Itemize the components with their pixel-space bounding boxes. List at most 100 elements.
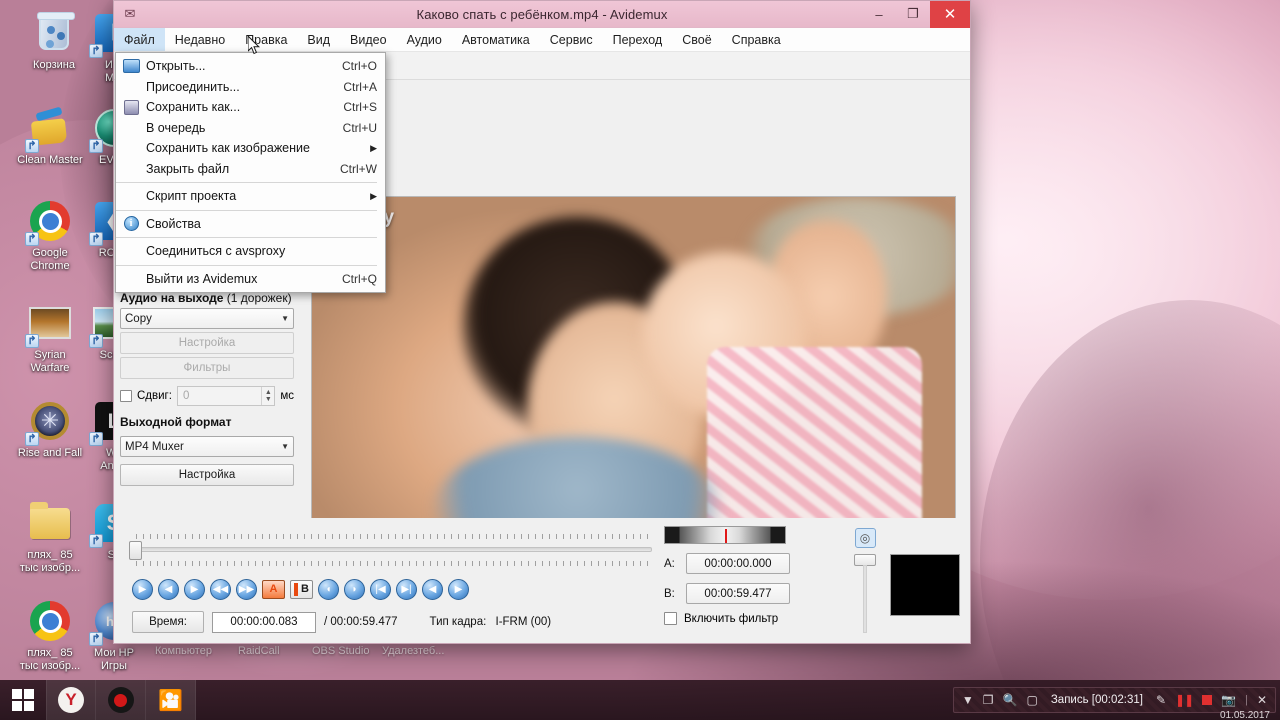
mark-a-button[interactable]: A bbox=[262, 580, 285, 599]
camera-icon[interactable]: 📷 bbox=[1221, 693, 1236, 707]
enable-filter-checkbox[interactable] bbox=[664, 612, 677, 625]
file-menu-item-shortcut: Ctrl+W bbox=[340, 161, 377, 176]
playback-controls-area: ▶ ◀ ▶ ◀◀ ▶▶ A B ◖ ◗ |◀ ▶| ◀ ▶ Время: 00:00:00.083 / … bbox=[114, 518, 970, 643]
spinner-arrows-icon[interactable]: ▲ ▼ bbox=[261, 387, 274, 405]
file-menu-item-3[interactable]: В очередь Ctrl+U bbox=[116, 118, 385, 139]
shortcut-overlay-icon bbox=[25, 334, 39, 348]
pause-recording-button[interactable]: ❚❚ bbox=[1175, 693, 1194, 707]
rewind-button[interactable]: ◀◀ bbox=[210, 579, 231, 600]
menu-2[interactable]: Правка bbox=[235, 28, 297, 51]
marker-b-label: B: bbox=[664, 587, 675, 600]
taskbar-clock[interactable]: 01.05.2017 bbox=[1220, 710, 1270, 720]
audio-level-needle bbox=[725, 529, 727, 543]
desktop-icon-art bbox=[27, 598, 73, 644]
mark-b-button[interactable]: B bbox=[290, 580, 313, 599]
window-select-icon[interactable]: ❐ bbox=[983, 693, 994, 707]
file-menu-item-4[interactable]: Сохранить как изображение ▶ bbox=[116, 138, 385, 159]
menu-1[interactable]: Недавно bbox=[165, 28, 235, 51]
chrome-icon bbox=[30, 601, 70, 641]
next-frame-button[interactable]: ▶ bbox=[184, 579, 205, 600]
file-menu-item-2[interactable]: Сохранить как... Ctrl+S bbox=[116, 97, 385, 118]
file-menu-item-7[interactable]: Скрипт проекта ▶ bbox=[116, 186, 385, 207]
search-icon[interactable]: 🔍 bbox=[1003, 693, 1018, 707]
file-menu-item-1[interactable]: Присоединить... Ctrl+A bbox=[116, 77, 385, 98]
audio-filters-button[interactable]: Фильтры bbox=[120, 357, 294, 379]
playback-left-column: ▶ ◀ ▶ ◀◀ ▶▶ A B ◖ ◗ |◀ ▶| ◀ ▶ Время: 00:00:00.083 / … bbox=[124, 526, 654, 633]
volume-slider-track[interactable] bbox=[863, 565, 867, 633]
total-duration-label: / 00:00:59.477 bbox=[324, 616, 398, 628]
menu-4[interactable]: Видео bbox=[340, 28, 397, 51]
file-menu-item-5[interactable]: Закрыть файл Ctrl+W bbox=[116, 159, 385, 180]
separator: | bbox=[1245, 694, 1248, 706]
file-menu-dropdown: Открыть... Ctrl+O Присоединить... Ctrl+A Сох… bbox=[115, 52, 386, 293]
muxer-select[interactable]: MP4 Muxer ▼ bbox=[120, 436, 294, 457]
timeline-slider[interactable] bbox=[126, 532, 652, 570]
shortcut-overlay-icon bbox=[25, 432, 39, 446]
marker-b-value[interactable]: 00:00:59.477 bbox=[686, 583, 790, 604]
audio-shift-checkbox[interactable] bbox=[120, 390, 132, 402]
prev-black-frame-button[interactable]: ◀ bbox=[422, 579, 443, 600]
collapse-icon[interactable]: ▼ bbox=[962, 693, 974, 707]
menu-0[interactable]: Файл bbox=[114, 28, 165, 51]
menu-6[interactable]: Автоматика bbox=[452, 28, 540, 51]
file-menu-item-13[interactable]: Выйти из Avidemux Ctrl+Q bbox=[116, 269, 385, 290]
save-disk-icon bbox=[116, 99, 146, 115]
menu-7[interactable]: Сервис bbox=[540, 28, 603, 51]
file-menu-item-9[interactable]: i Свойства bbox=[116, 214, 385, 235]
next-keyframe-button[interactable]: ▶| bbox=[396, 579, 417, 600]
stop-recording-button[interactable] bbox=[1202, 695, 1213, 705]
speaker-icon[interactable]: ◎ bbox=[854, 528, 876, 548]
menu-separator bbox=[116, 237, 377, 238]
audio-configure-button[interactable]: Настройка bbox=[120, 332, 294, 354]
start-button[interactable] bbox=[0, 680, 46, 720]
current-time-input[interactable]: 00:00:00.083 bbox=[212, 611, 316, 633]
file-menu-item-label: Сохранить как... bbox=[146, 100, 241, 115]
audio-output-group-title: Аудио на выходе (1 дорожек) bbox=[120, 291, 294, 305]
region-select-icon[interactable]: ▢ bbox=[1027, 693, 1038, 707]
menu-3[interactable]: Вид bbox=[297, 28, 340, 51]
playback-right-column: A: 00:00:00.000 B: 00:00:59.477 Включить… bbox=[664, 526, 960, 633]
marker-b-row: B: 00:00:59.477 bbox=[664, 583, 840, 604]
audio-shift-input[interactable]: 0 ▲ ▼ bbox=[176, 386, 276, 406]
file-menu-item-label: Присоединить... bbox=[146, 79, 240, 94]
file-menu-item-label: Выйти из Avidemux bbox=[146, 271, 258, 286]
taskbar-task-list: Y 🎦 bbox=[46, 680, 196, 720]
recorder-taskbar-icon[interactable] bbox=[96, 680, 146, 720]
audio-codec-select[interactable]: Copy ▼ bbox=[120, 308, 294, 329]
marker-a-value[interactable]: 00:00:00.000 bbox=[686, 553, 790, 574]
shortcut-overlay-icon bbox=[89, 232, 103, 246]
menu-8[interactable]: Переход bbox=[603, 28, 673, 51]
close-recorder-icon[interactable]: ✕ bbox=[1257, 693, 1267, 707]
file-menu-item-11[interactable]: Соединиться с avsproxy bbox=[116, 241, 385, 262]
play-button[interactable]: ▶ bbox=[132, 579, 153, 600]
menu-10[interactable]: Справка bbox=[722, 28, 791, 51]
file-menu-item-0[interactable]: Открыть... Ctrl+O bbox=[116, 56, 385, 77]
goto-mark-a-button[interactable]: ◖ bbox=[318, 579, 339, 600]
shortcut-overlay-icon bbox=[25, 232, 39, 246]
chevron-down-icon: ▼ bbox=[281, 442, 289, 451]
next-black-frame-button[interactable]: ▶ bbox=[448, 579, 469, 600]
timeline-track[interactable] bbox=[136, 547, 652, 552]
forward-button[interactable]: ▶▶ bbox=[236, 579, 257, 600]
goto-mark-b-button[interactable]: ◗ bbox=[344, 579, 365, 600]
menu-5[interactable]: Аудио bbox=[397, 28, 452, 51]
shortcut-overlay-icon bbox=[89, 44, 103, 58]
previous-frame-button[interactable]: ◀ bbox=[158, 579, 179, 600]
shortcut-overlay-icon bbox=[89, 139, 103, 153]
window-titlebar: ✉ Каково спать с ребёнком.mp4 - Avidemux… bbox=[114, 0, 970, 28]
video-frame[interactable]: яткИ.ру bbox=[310, 196, 956, 538]
clapperboard-icon: 🎦 bbox=[158, 689, 183, 712]
submenu-arrow-icon: ▶ bbox=[370, 142, 377, 153]
recording-status-text: Запись [00:02:31] bbox=[1050, 694, 1143, 706]
timeline-ticks-bottom bbox=[136, 561, 652, 568]
pencil-icon[interactable]: ✎ bbox=[1156, 693, 1166, 707]
time-label-button[interactable]: Время: bbox=[132, 611, 204, 633]
yandex-browser-taskbar-icon[interactable]: Y bbox=[46, 680, 96, 720]
previous-keyframe-button[interactable]: |◀ bbox=[370, 579, 391, 600]
menu-separator bbox=[116, 209, 377, 211]
taskbar: Y 🎦 ▼ ❐ 🔍 ▢ Запись [00:02:31] ✎ ❚❚ 📷 | ✕ … bbox=[0, 680, 1280, 720]
timeline-handle[interactable] bbox=[129, 541, 142, 560]
video-editor-taskbar-icon[interactable]: 🎦 bbox=[146, 680, 196, 720]
muxer-configure-button[interactable]: Настройка bbox=[120, 464, 294, 486]
menu-9[interactable]: Своё bbox=[672, 28, 721, 51]
